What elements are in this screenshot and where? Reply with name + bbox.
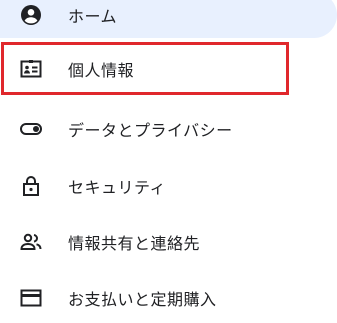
badge-icon: [19, 57, 43, 81]
credit-card-icon: [19, 286, 43, 310]
nav-item-label: セキュリティ: [68, 178, 167, 197]
lock-icon: [19, 174, 43, 198]
nav-item-label: 情報共有と連絡先: [68, 234, 201, 253]
account-circle-icon: [19, 3, 43, 27]
people-icon: [19, 230, 43, 254]
nav-item-label: お支払いと定期購入: [68, 290, 217, 309]
nav-item-label: データとプライバシー: [68, 121, 233, 140]
nav-item-home[interactable]: ホーム: [0, 0, 337, 38]
toggle-icon: [19, 117, 43, 141]
nav-item-security[interactable]: セキュリティ: [0, 160, 337, 212]
nav-item-people-sharing[interactable]: 情報共有と連絡先: [0, 216, 337, 268]
nav-item-payments[interactable]: お支払いと定期購入: [0, 272, 337, 323]
nav-item-personal-info[interactable]: 個人情報: [1, 42, 289, 95]
account-nav: ホーム 個人情報 データとプライバシー セキュリティ 情報共有と連絡先 お支払い…: [0, 0, 337, 323]
nav-item-data-privacy[interactable]: データとプライバシー: [0, 103, 337, 155]
nav-item-label: 個人情報: [68, 60, 135, 80]
nav-item-label: ホーム: [68, 7, 118, 26]
